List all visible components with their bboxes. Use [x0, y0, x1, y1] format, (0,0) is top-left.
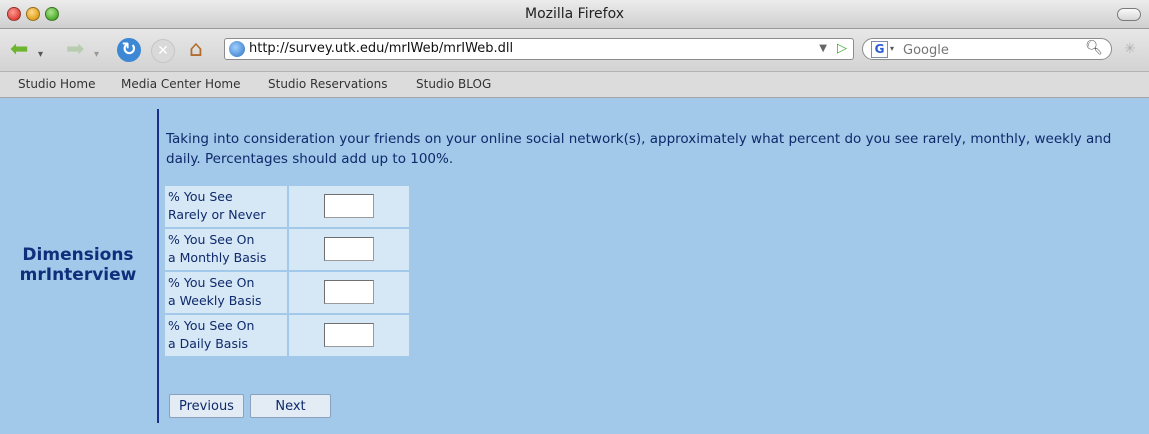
row-label: % You See On a Daily Basis — [168, 317, 286, 353]
row-label-line-2: a Daily Basis — [168, 336, 248, 351]
monthly-percent-input[interactable] — [324, 237, 374, 261]
grid-row-monthly: % You See On a Monthly Basis — [165, 229, 409, 270]
row-label: % You See On a Weekly Basis — [168, 274, 286, 310]
window-title: Mozilla Firefox — [524, 6, 625, 22]
bookmarks-toolbar: Studio Home Media Center Home Studio Res… — [0, 72, 1149, 98]
survey-page: Dimensions mrInterview Taking into consi… — [0, 98, 1149, 434]
back-history-dropdown-icon[interactable]: ▾ — [38, 43, 43, 67]
row-label-line-1: % You See — [168, 189, 233, 204]
forward-arrow-icon[interactable]: ➡ — [66, 38, 84, 62]
search-bar[interactable]: G ▾ 🔍︎ — [862, 38, 1112, 60]
row-label: % You See Rarely or Never — [168, 188, 286, 224]
row-input-cell — [289, 272, 409, 313]
back-arrow-icon[interactable]: ⬅ — [10, 38, 28, 62]
site-favicon-icon — [229, 41, 245, 57]
reload-icon[interactable]: ↻ — [117, 38, 141, 62]
search-input[interactable] — [901, 40, 1075, 60]
search-engine-dropdown-icon[interactable]: ▾ — [890, 44, 894, 53]
toolbar-toggle-button[interactable] — [1117, 8, 1141, 21]
home-icon[interactable]: ⌂ — [189, 38, 203, 62]
grid-row-daily: % You See On a Daily Basis — [165, 315, 409, 356]
search-magnifier-icon[interactable]: 🔍︎ — [1085, 40, 1103, 56]
google-engine-icon[interactable]: G — [871, 41, 888, 58]
navigation-toolbar: ⬅ ▾ ➡ ▾ ↻ ✕ ⌂ http://survey.utk.edu/mrIW… — [0, 29, 1149, 72]
url-history-dropdown-icon[interactable]: ▼ — [819, 43, 827, 54]
go-arrow-icon[interactable]: ▷ — [837, 41, 847, 56]
bookmark-studio-home[interactable]: Studio Home — [18, 77, 95, 91]
vertical-divider — [157, 109, 159, 423]
grid-row-weekly: % You See On a Weekly Basis — [165, 272, 409, 313]
loading-throbber-icon: ✳ — [1124, 41, 1136, 57]
question-text: Taking into consideration your friends o… — [166, 131, 1112, 167]
rarely-percent-input[interactable] — [324, 194, 374, 218]
row-label: % You See On a Monthly Basis — [168, 231, 286, 267]
row-label-line-2: a Weekly Basis — [168, 293, 262, 308]
daily-percent-input[interactable] — [324, 323, 374, 347]
address-bar[interactable]: http://survey.utk.edu/mrIWeb/mrIWeb.dll … — [224, 38, 854, 60]
row-input-cell — [289, 229, 409, 270]
next-button[interactable]: Next — [250, 394, 331, 418]
window-title-bar: Mozilla Firefox — [0, 0, 1149, 29]
row-input-cell — [289, 315, 409, 356]
brand-line-2: mrInterview — [19, 265, 137, 285]
forward-history-dropdown-icon[interactable]: ▾ — [94, 43, 99, 67]
row-label-cell: % You See On a Daily Basis — [165, 315, 287, 356]
address-url[interactable]: http://survey.utk.edu/mrIWeb/mrIWeb.dll — [249, 41, 513, 56]
stop-icon[interactable]: ✕ — [151, 39, 175, 63]
row-label-line-1: % You See On — [168, 232, 255, 247]
brand-line-1: Dimensions — [22, 245, 134, 265]
row-label-line-2: a Monthly Basis — [168, 250, 267, 265]
row-label-cell: % You See On a Weekly Basis — [165, 272, 287, 313]
row-label-line-1: % You See On — [168, 275, 255, 290]
bookmark-studio-blog[interactable]: Studio BLOG — [416, 77, 491, 91]
row-label-cell: % You See Rarely or Never — [165, 186, 287, 227]
percentage-grid: % You See Rarely or Never % You See On a… — [165, 186, 409, 358]
bookmark-studio-reservations[interactable]: Studio Reservations — [268, 77, 387, 91]
bookmark-media-center-home[interactable]: Media Center Home — [121, 77, 241, 91]
weekly-percent-input[interactable] — [324, 280, 374, 304]
row-label-line-2: Rarely or Never — [168, 207, 266, 222]
brand-logo-text: Dimensions mrInterview — [0, 245, 156, 285]
row-label-cell: % You See On a Monthly Basis — [165, 229, 287, 270]
grid-row-rarely: % You See Rarely or Never — [165, 186, 409, 227]
previous-button[interactable]: Previous — [169, 394, 244, 418]
row-label-line-1: % You See On — [168, 318, 255, 333]
row-input-cell — [289, 186, 409, 227]
